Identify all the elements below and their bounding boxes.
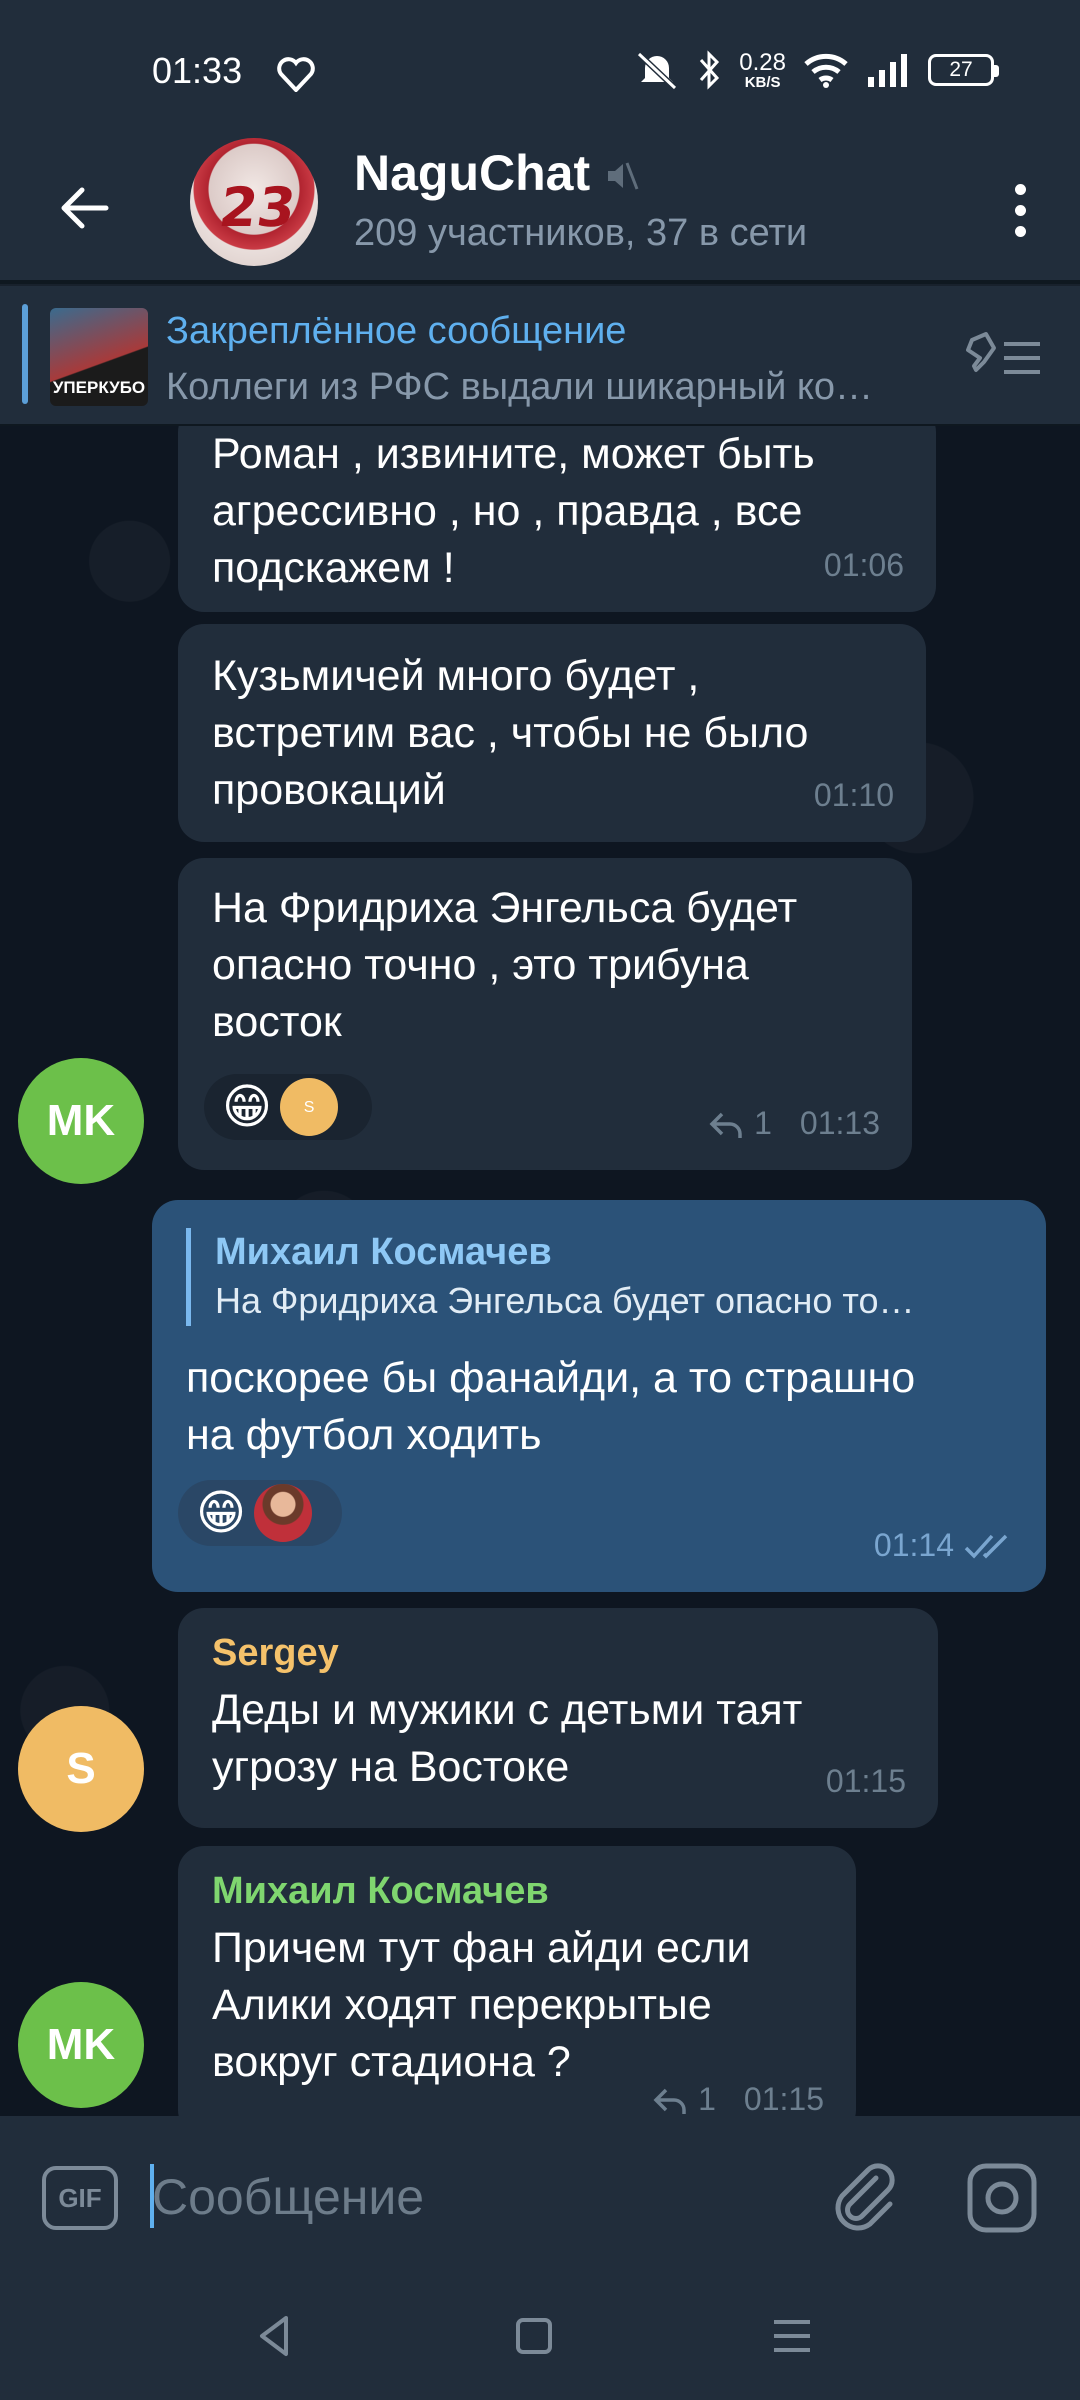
- menu-dot: [1014, 225, 1026, 237]
- wifi-icon: [804, 53, 848, 88]
- message-time: 01:06: [824, 537, 904, 594]
- chat-title[interactable]: NaguChat: [354, 144, 590, 202]
- message-time-text: 01:06: [823, 547, 904, 583]
- grinning-emoji-icon: 😁: [196, 1485, 247, 1541]
- reaction-chip[interactable]: 😁 S: [204, 1074, 372, 1140]
- pin-list-icon[interactable]: [964, 326, 1044, 386]
- message-line: агрессивно , но , правда , все: [212, 487, 803, 535]
- reply-author: Михаил Космачев: [215, 1231, 552, 1273]
- message-input-bar: GIF: [0, 2116, 1080, 2266]
- author-avatar-s[interactable]: S: [18, 1706, 144, 1832]
- gif-label: GIF: [58, 2182, 102, 2213]
- reaction-chip[interactable]: 😁: [178, 1480, 342, 1546]
- paperclip-icon[interactable]: [828, 2160, 904, 2236]
- message-line: угрозу на Востоке: [212, 1743, 570, 1791]
- pinned-message-bar[interactable]: УПЕРКУБО Закреплённое сообщение Коллеги …: [0, 284, 1080, 424]
- network-speed: 0.28 KB/S: [739, 48, 786, 91]
- sender-name[interactable]: Михаил Космачев: [212, 1866, 822, 1916]
- signal-icon: [868, 54, 907, 87]
- author-avatar-mk[interactable]: MK: [18, 1982, 144, 2108]
- sender-name[interactable]: Sergey: [212, 1628, 904, 1678]
- avatar-initials: MK: [46, 2020, 116, 2069]
- nav-home-icon[interactable]: [504, 2306, 564, 2366]
- bluetooth-icon: [700, 50, 720, 90]
- message-line: поскорее бы фанайди, а то страшно: [186, 1354, 916, 1402]
- message-line: опасно точно , это трибуна: [212, 941, 749, 989]
- message-time-text: 01:14: [873, 1527, 954, 1563]
- reply-arrow-icon: [653, 2088, 686, 2114]
- avatar-initials: S: [66, 1744, 96, 1793]
- battery-level: 27: [949, 58, 973, 81]
- muted-speaker-icon: [608, 162, 639, 190]
- message-line: провокаций: [212, 766, 446, 814]
- reply-text: На Фридриха Энгельса будет опасно то…: [215, 1280, 915, 1321]
- message-meta: 1 01:15: [652, 2071, 824, 2116]
- message-line: на футбол ходить: [186, 1411, 542, 1459]
- message-time: 01:10: [814, 767, 894, 824]
- network-speed-value: 0.28: [739, 48, 786, 76]
- message-line: Кузьмичей много будет ,: [212, 652, 700, 700]
- reactor-avatar-letter: S: [303, 1098, 315, 1116]
- back-button[interactable]: [40, 168, 128, 248]
- pinned-indicator: [22, 304, 28, 404]
- group-avatar[interactable]: 23: [190, 138, 318, 266]
- reactor-avatar: S: [280, 1078, 339, 1136]
- author-avatar-mk[interactable]: MK: [18, 1058, 144, 1184]
- reply-quote[interactable]: Михаил Космачев На Фридриха Энгельса буд…: [186, 1228, 1022, 1326]
- pinned-text: Коллеги из РФС выдали шикарный ко…: [166, 366, 874, 408]
- nav-recents-icon[interactable]: [762, 2306, 822, 2366]
- chat-subtitle: 209 участников, 37 в сети: [354, 212, 808, 254]
- message-line: встретим вас , чтобы не было: [212, 709, 809, 757]
- arrow-left-icon: [61, 187, 109, 229]
- message-input[interactable]: [152, 2160, 792, 2234]
- menu-dot: [1014, 204, 1026, 216]
- reactor-avatar: [254, 1484, 313, 1542]
- chat-header: 23 NaguChat 209 участников, 37 в сети: [0, 130, 1080, 280]
- camera-icon[interactable]: [964, 2160, 1040, 2236]
- message-time-text: 01:15: [825, 1763, 906, 1799]
- message-line: На Фридриха Энгельса будет: [212, 884, 798, 932]
- pinned-thumbnail-text: УПЕРКУБО: [52, 378, 146, 397]
- message-meta: 1 01:13: [708, 1095, 880, 1152]
- menu-dot: [1014, 183, 1026, 195]
- reply-count[interactable]: 1: [754, 1095, 772, 1152]
- reply-arrow-icon: [709, 1112, 742, 1138]
- message-time-text: 01:15: [743, 2081, 824, 2116]
- nav-back-icon[interactable]: [246, 2306, 306, 2366]
- message-bubble[interactable]: Роман , извините, может быть агрессивно …: [178, 426, 936, 612]
- battery-indicator: 27: [928, 54, 999, 86]
- message-line: Алики ходят перекрытые: [212, 1981, 712, 2029]
- avatar-initials: MK: [46, 1096, 116, 1145]
- message-line: подскажем !: [212, 544, 455, 592]
- network-speed-unit: KB/S: [744, 73, 781, 91]
- message-line: Причем тут фан айди если: [212, 1924, 751, 1972]
- message-bubble[interactable]: На Фридриха Энгельса будет опасно точно …: [178, 858, 912, 1170]
- outgoing-message-bubble[interactable]: Михаил Космачев На Фридриха Энгельса буд…: [152, 1200, 1046, 1592]
- system-navigation-bar: [0, 2266, 1080, 2400]
- grinning-emoji-icon: 😁: [222, 1079, 273, 1135]
- pinned-thumbnail: УПЕРКУБО: [50, 308, 148, 406]
- reply-count[interactable]: 1: [698, 2071, 716, 2116]
- message-line: Роман , извините, может быть: [212, 430, 815, 478]
- message-meta: 01:14: [874, 1517, 1014, 1574]
- double-check-icon: [964, 1534, 1008, 1559]
- message-line: восток: [212, 998, 342, 1046]
- status-bar: 01:33 0.28 KB/S 27: [0, 0, 1080, 130]
- status-time: 01:33: [152, 50, 243, 91]
- message-list[interactable]: Роман , извините, может быть агрессивно …: [0, 426, 1080, 2116]
- message-bubble[interactable]: Михаил Космачев Причем тут фан айди если…: [178, 1846, 856, 2116]
- message-line: Деды и мужики с детьми таят: [212, 1686, 803, 1734]
- message-time: 01:15: [826, 1753, 906, 1810]
- message-bubble[interactable]: Кузьмичей много будет , встретим вас , ч…: [178, 624, 926, 842]
- gif-button[interactable]: GIF: [42, 2166, 118, 2230]
- mute-status-icon: [637, 51, 678, 90]
- message-time-text: 01:10: [813, 777, 894, 813]
- message-time-text: 01:13: [799, 1105, 880, 1141]
- message-bubble[interactable]: Sergey Деды и мужики с детьми таят угроз…: [178, 1608, 938, 1828]
- pinned-title: Закреплённое сообщение: [166, 310, 627, 352]
- heart-status-icon: [277, 57, 315, 92]
- group-avatar-number: 23: [215, 176, 300, 239]
- more-menu-button[interactable]: [1000, 170, 1040, 250]
- status-indicators: 0.28 KB/S 27: [635, 48, 999, 92]
